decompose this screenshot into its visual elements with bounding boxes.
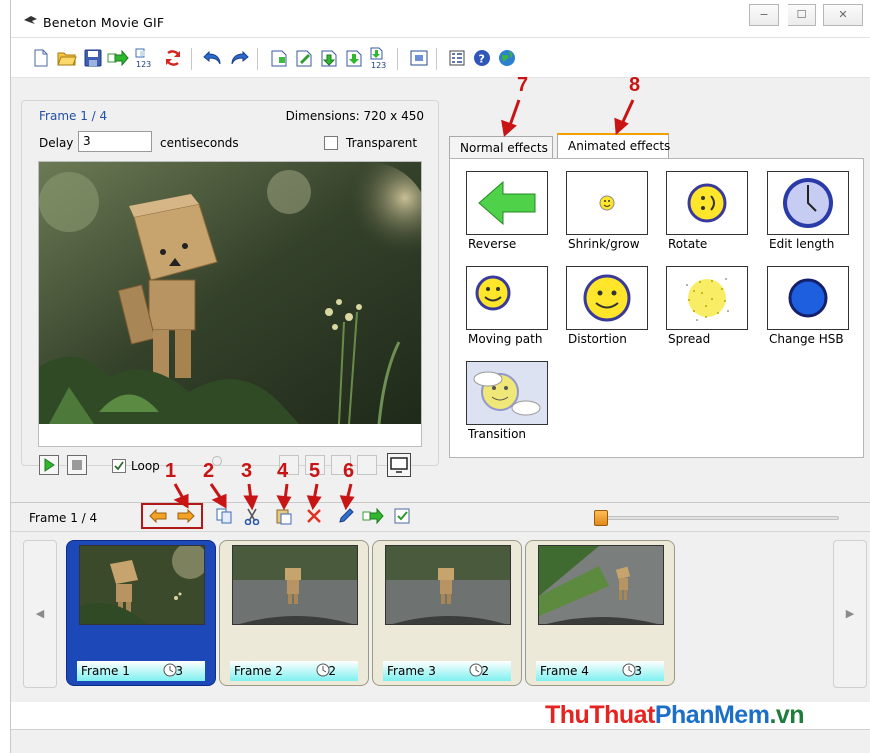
app-window: Beneton Movie GIF − ☐ ✕ 123 123 ? Frame … [10,0,870,753]
annotation-7: 7 [517,74,529,96]
annotation-5: 5 [309,460,321,482]
annotation-4: 4 [277,460,289,482]
watermark: ThuThuatPhanMem.vn [545,701,805,729]
annotation-2: 2 [203,460,215,482]
annotation-3: 3 [241,460,253,482]
annotation-arrows [173,99,635,511]
annotation-8: 8 [629,74,641,96]
annotation-1: 1 [165,460,177,482]
annotation-6: 6 [343,460,355,482]
